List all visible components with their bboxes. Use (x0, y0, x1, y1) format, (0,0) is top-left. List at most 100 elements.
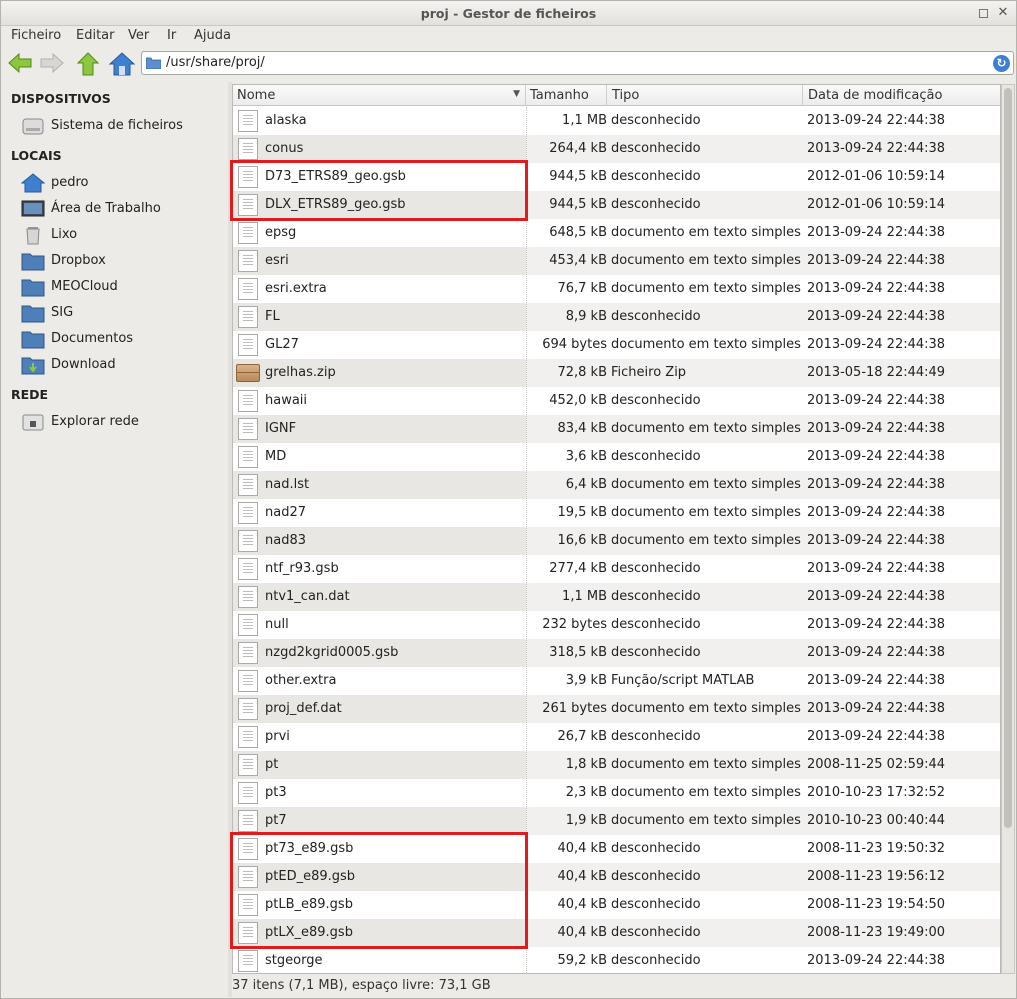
file-name: GL27 (265, 337, 299, 352)
menu-ver[interactable]: Ver (128, 28, 149, 43)
file-type: documento em texto simples (611, 337, 801, 352)
download-folder-icon (21, 357, 45, 375)
table-row[interactable]: esri.extra 76,7 kB documento em texto simp… (233, 275, 1000, 303)
column-size[interactable]: Tamanho (526, 85, 607, 106)
text-file-icon (238, 278, 258, 300)
table-row[interactable]: hawaii 452,0 kB desconhecido 2013-09-24 22:… (233, 387, 1000, 415)
file-type: documento em texto simples (611, 533, 801, 548)
table-row[interactable]: proj_def.dat 261 bytes documento em texto … (233, 695, 1000, 723)
file-size: 277,4 kB (549, 561, 607, 576)
column-name-label: Nome (237, 88, 276, 103)
name-cell: nad.lst (233, 471, 526, 499)
file-size: 40,4 kB (557, 925, 607, 940)
file-name: epsg (265, 225, 297, 240)
column-date[interactable]: Data de modificação (803, 85, 1000, 106)
file-type: desconhecido (611, 925, 701, 940)
text-file-icon (238, 306, 258, 328)
column-name[interactable]: Nome ▼ (233, 85, 526, 106)
file-date: 2013-09-24 22:44:38 (807, 953, 946, 968)
sidebar-item-meocloud[interactable]: MEOCloud (21, 276, 221, 298)
sidebar-item-sig[interactable]: SIG (21, 302, 221, 324)
folder-icon (146, 57, 161, 69)
table-row[interactable]: nzgd2kgrid0005.gsb 318,5 kB desconhecido 20… (233, 639, 1000, 667)
sidebar-item-dropbox[interactable]: Dropbox (21, 250, 221, 272)
table-row[interactable]: MD 3,6 kB desconhecido 2013-09-24 22:44:38 (233, 443, 1000, 471)
sidebar-item-documentos[interactable]: Documentos (21, 328, 221, 350)
name-cell: null (233, 611, 526, 639)
file-date: 2010-10-23 17:32:52 (807, 785, 946, 800)
title-bar[interactable]: proj - Gestor de ficheiros ✕ (1, 1, 1016, 26)
table-row[interactable]: FL 8,9 kB desconhecido 2013-09-24 22:44:38 (233, 303, 1000, 331)
table-row[interactable]: pt3 2,3 kB documento em texto simples 2010-… (233, 779, 1000, 807)
menu-ficheiro[interactable]: Ficheiro (11, 28, 61, 43)
sidebar-item-filesystem[interactable]: Sistema de ficheiros (21, 115, 221, 137)
sidebar-item-trash[interactable]: Lixo (21, 224, 221, 246)
table-row[interactable]: GL27 694 bytes documento em texto simples 2… (233, 331, 1000, 359)
reload-icon[interactable]: ↻ (993, 55, 1010, 72)
home-icon (108, 52, 136, 76)
back-button[interactable] (7, 51, 35, 77)
sidebar-item-network[interactable]: Explorar rede (21, 411, 221, 433)
table-row[interactable]: nad.lst 6,4 kB documento em texto simples 2… (233, 471, 1000, 499)
file-name: nad.lst (265, 477, 310, 492)
file-type: documento em texto simples (611, 421, 801, 436)
file-size: 1,1 MB (562, 589, 607, 604)
sidebar-item-label: Download (51, 357, 116, 372)
file-date: 2013-09-24 22:44:38 (807, 673, 946, 688)
location-bar[interactable]: /usr/share/proj/ ↻ (141, 51, 1014, 75)
name-cell: hawaii (233, 387, 526, 415)
menu-ajuda[interactable]: Ajuda (194, 28, 231, 43)
menu-editar[interactable]: Editar (76, 28, 115, 43)
file-size: 1,9 kB (565, 813, 607, 828)
table-row[interactable]: epsg 648,5 kB documento em texto simples 20… (233, 219, 1000, 247)
table-row[interactable]: IGNF 83,4 kB documento em texto simples 201… (233, 415, 1000, 443)
table-row[interactable]: null 232 bytes desconhecido 2013-09-24 22:4… (233, 611, 1000, 639)
home-button[interactable] (108, 51, 136, 77)
table-row[interactable]: stgeorge 59,2 kB desconhecido 2013-09-24 22… (233, 947, 1000, 973)
file-type: Ficheiro Zip (611, 365, 687, 380)
close-button[interactable]: ✕ (997, 6, 1009, 19)
file-size: 1,1 MB (562, 113, 607, 128)
file-size: 40,4 kB (557, 841, 607, 856)
table-row[interactable]: prvi 26,7 kB desconhecido 2013-09-24 22:44:… (233, 723, 1000, 751)
file-name: pt (265, 757, 279, 772)
menu-ir[interactable]: Ir (167, 28, 176, 43)
file-name: ntf_r93.gsb (265, 561, 339, 576)
file-type: desconhecido (611, 869, 701, 884)
sidebar-item-download[interactable]: Download (21, 354, 221, 376)
table-row[interactable]: ntv1_can.dat 1,1 MB desconhecido 2013-09-24… (233, 583, 1000, 611)
table-row[interactable]: grelhas.zip 72,8 kB Ficheiro Zip 2013-05-18… (233, 359, 1000, 387)
table-row[interactable]: pt 1,8 kB documento em texto simples 2008-1… (233, 751, 1000, 779)
vertical-scrollbar[interactable] (1001, 84, 1015, 974)
text-file-icon (238, 446, 258, 468)
file-name: FL (265, 309, 280, 324)
table-row[interactable]: ntf_r93.gsb 277,4 kB desconhecido 2013-09-2… (233, 555, 1000, 583)
file-size: 694 bytes (542, 337, 607, 352)
file-date: 2008-11-23 19:54:50 (807, 897, 946, 912)
name-cell: GL27 (233, 331, 526, 359)
sidebar-item-desktop[interactable]: Área de Trabalho (21, 198, 221, 220)
table-row[interactable]: esri 453,4 kB documento em texto simples 20… (233, 247, 1000, 275)
sidebar-item-pedro[interactable]: pedro (21, 172, 221, 194)
table-row[interactable]: other.extra 3,9 kB Função/script MATLAB 201… (233, 667, 1000, 695)
file-size: 944,5 kB (549, 197, 607, 212)
file-name: MD (265, 449, 287, 464)
text-file-icon (238, 222, 258, 244)
table-row[interactable]: nad83 16,6 kB documento em texto simples 20… (233, 527, 1000, 555)
folder-icon (21, 279, 45, 297)
maximize-button[interactable] (979, 9, 988, 18)
sidebar-item-label: Sistema de ficheiros (51, 118, 183, 133)
file-date: 2013-09-24 22:44:38 (807, 337, 946, 352)
table-row[interactable]: alaska 1,1 MB desconhecido 2013-09-24 22:44… (233, 107, 1000, 135)
scrollbar-thumb[interactable] (1004, 88, 1012, 828)
file-type: Função/script MATLAB (611, 673, 755, 688)
file-date: 2008-11-23 19:56:12 (807, 869, 946, 884)
table-row[interactable]: nad27 19,5 kB documento em texto simples 20… (233, 499, 1000, 527)
forward-button[interactable] (39, 51, 67, 77)
up-button[interactable] (75, 51, 103, 77)
table-row[interactable]: conus 264,4 kB desconhecido 2013-09-24 22:4… (233, 135, 1000, 163)
column-type[interactable]: Tipo (607, 85, 803, 106)
file-name: nzgd2kgrid0005.gsb (265, 645, 399, 660)
table-row[interactable]: pt7 1,9 kB documento em texto simples 2010-… (233, 807, 1000, 835)
sidebar-item-label: Explorar rede (51, 414, 139, 429)
